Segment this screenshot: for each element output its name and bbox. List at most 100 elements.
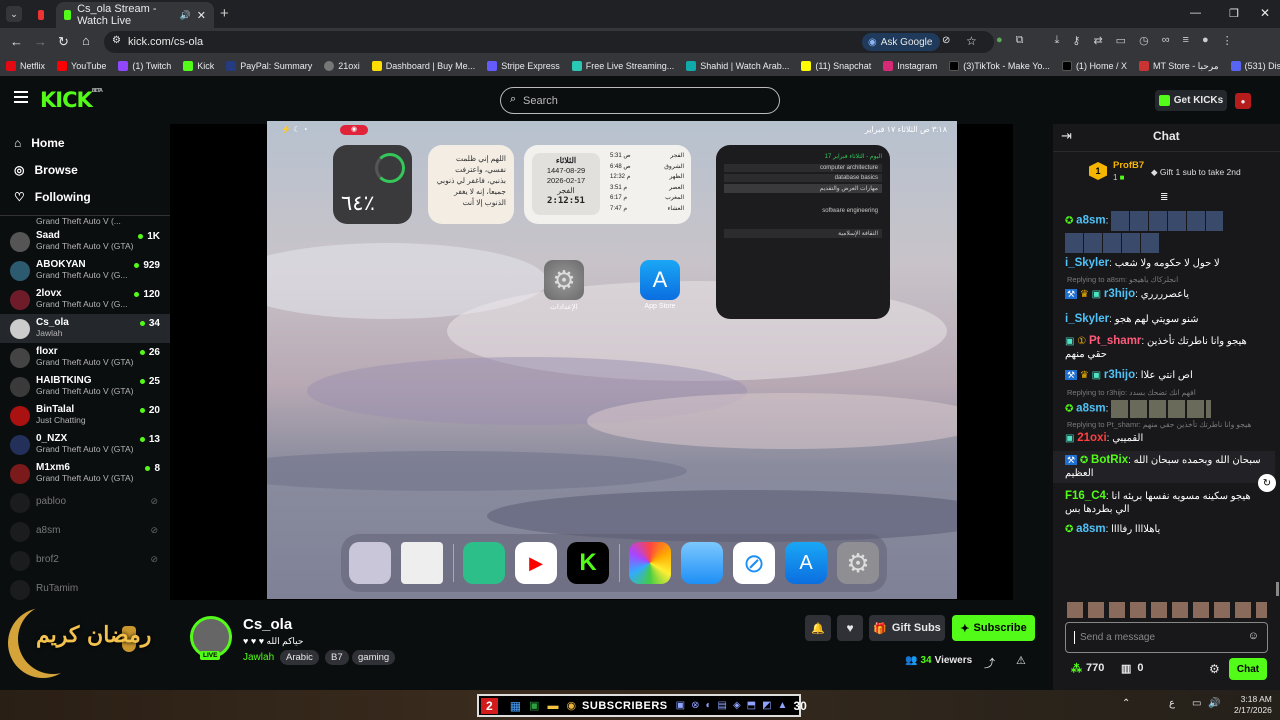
sidebar-channel[interactable]: BinTalal Just Chatting 20: [0, 401, 170, 430]
collapse-chat-icon[interactable]: ⇥: [1061, 128, 1072, 144]
tag-chip[interactable]: B7: [325, 650, 349, 665]
sidebar-channel-offline[interactable]: a8sm ⊘: [0, 517, 170, 546]
close-tab-icon[interactable]: ✕: [197, 9, 206, 22]
appstore-dock-icon[interactable]: A: [785, 542, 827, 584]
translate-icon[interactable]: ⇄: [1093, 34, 1102, 50]
bookmark-star-icon[interactable]: ☆: [966, 34, 977, 48]
new-tab-button[interactable]: +: [220, 5, 229, 22]
profile-avatar-icon[interactable]: ●: [1202, 34, 1209, 50]
sidebar-channel[interactable]: 2lovx Grand Theft Auto V (G... 120: [0, 285, 170, 314]
tag-chip[interactable]: Arabic: [280, 650, 319, 665]
tab-list-button[interactable]: ⌄: [6, 6, 22, 22]
bookmark-item[interactable]: (11) Snapchat: [795, 61, 877, 71]
download-icon[interactable]: ⤓: [1055, 34, 1060, 50]
social-folder-icon[interactable]: [349, 542, 391, 584]
user-avatar[interactable]: ●: [1235, 93, 1251, 109]
photos-app-icon[interactable]: [629, 542, 671, 584]
eye-off-icon[interactable]: ⊘: [942, 35, 950, 46]
nav-following[interactable]: ♡ Following: [0, 183, 170, 210]
search-input[interactable]: ⌕ Search: [500, 87, 780, 114]
bookmark-item[interactable]: (1) Home / X: [1056, 61, 1133, 71]
settings-dock-icon[interactable]: ⚙: [837, 542, 879, 584]
reload-icon[interactable]: ↻: [58, 34, 69, 50]
bookmark-item[interactable]: (1) Twitch: [112, 61, 177, 71]
document-app-icon[interactable]: [401, 542, 443, 584]
nav-browse[interactable]: ◎ Browse: [0, 156, 170, 183]
sidebar-channel[interactable]: HAIBTKING Grand Theft Auto V (GTA) 25: [0, 372, 170, 401]
subscribe-button[interactable]: ✦ Subscribe: [952, 615, 1035, 641]
extension-green-icon[interactable]: ●: [996, 34, 1003, 50]
excel-icon[interactable]: ▣: [529, 699, 539, 712]
site-info-icon[interactable]: ⚙: [112, 35, 121, 46]
channel-points[interactable]: ⁂ 770: [1071, 662, 1104, 675]
volume-icon[interactable]: 🔊: [1208, 698, 1220, 709]
minimize-button[interactable]: —: [1190, 7, 1201, 19]
bookmark-item[interactable]: Stripe Express: [481, 61, 566, 71]
kick-logo[interactable]: KICKBETA: [40, 88, 103, 112]
home-icon[interactable]: ⌂: [82, 33, 90, 48]
nav-home[interactable]: ⌂ Home: [0, 129, 170, 156]
emoji-icon[interactable]: ☺: [1248, 630, 1259, 642]
files-app-icon[interactable]: [681, 542, 723, 584]
bookmark-item[interactable]: (531) Discord | Frien...: [1225, 61, 1280, 71]
sidebar-channel[interactable]: floxr Grand Theft Auto V (GTA) 26: [0, 343, 170, 372]
report-icon[interactable]: ⚠: [1016, 654, 1026, 667]
send-chat-button[interactable]: Chat: [1229, 658, 1267, 680]
kick-app-icon[interactable]: K: [567, 542, 609, 584]
network-icon[interactable]: ▭: [1192, 698, 1201, 709]
chrome-icon[interactable]: ◉: [566, 699, 576, 712]
bookmark-item[interactable]: 21oxi: [318, 61, 366, 71]
chat-input[interactable]: Send a message ☺: [1065, 622, 1268, 653]
bookmark-item[interactable]: Shahid | Watch Arab...: [680, 61, 795, 71]
close-window-button[interactable]: ✕: [1260, 6, 1270, 20]
url-field[interactable]: ⚙ kick.com/cs-ola ◉ Ask Google ⊘ ☆: [104, 31, 994, 53]
sidebar-channel-active[interactable]: Cs_ola Jawlah 34: [0, 314, 170, 343]
bookmark-item[interactable]: (3)TikTok - Make Yo...: [943, 61, 1056, 71]
sidebar-channel[interactable]: 0_NZX Grand Theft Auto V (GTA) 13: [0, 430, 170, 459]
safari-app-icon[interactable]: ⊘: [733, 542, 775, 584]
bookmark-item[interactable]: PayPal: Summary: [220, 61, 318, 71]
get-kicks-button[interactable]: Get KICKs: [1155, 90, 1227, 111]
streamer-name[interactable]: Cs_ola: [243, 616, 292, 633]
bookmark-item[interactable]: Instagram: [877, 61, 943, 71]
sidebar-channel-offline[interactable]: brof2 ⊘: [0, 546, 170, 575]
key-icon[interactable]: ⚷: [1072, 34, 1080, 50]
bookmark-item[interactable]: Kick: [177, 61, 220, 71]
tray-chevron-icon[interactable]: ⌃: [1122, 698, 1130, 709]
forward-icon[interactable]: →: [34, 34, 47, 49]
youtube-app-icon[interactable]: ▶: [515, 542, 557, 584]
card-icon[interactable]: ▭: [1116, 34, 1126, 50]
chat-scrollbar[interactable]: [1276, 582, 1279, 596]
green-app-icon[interactable]: [463, 542, 505, 584]
settings-app-icon[interactable]: ⚙: [544, 260, 584, 300]
sidebar-channel[interactable]: Saad Grand Theft Auto V (GTA) 1K: [0, 227, 170, 256]
notification-bell-button[interactable]: 🔔: [805, 615, 831, 641]
scroll-up-button[interactable]: ↻: [1258, 474, 1276, 492]
start-icon[interactable]: ▦: [510, 699, 521, 713]
pinned-tab[interactable]: [30, 2, 52, 28]
bookmark-item[interactable]: MT Store - مرحبا: [1133, 61, 1225, 72]
chat-settings-icon[interactable]: ⚙: [1209, 662, 1220, 676]
tab-active[interactable]: Cs_ola Stream - Watch Live 🔊 ✕: [56, 2, 214, 28]
clock[interactable]: 3:18 AM 2/17/2026: [1234, 694, 1272, 716]
share-icon[interactable]: ⤴: [984, 655, 995, 671]
category-link[interactable]: Jawlah: [243, 652, 274, 663]
history-icon[interactable]: ◷: [1139, 34, 1149, 50]
ask-google-button[interactable]: ◉ Ask Google: [862, 33, 941, 51]
video-player[interactable]: ⚡ ☾ ◔ ◉ ٣:١٨ ص الثلاثاء ١٧ فبراير ٦٤٪ ال…: [267, 121, 957, 599]
kebab-menu-icon[interactable]: ⋮: [1222, 34, 1233, 50]
bookmark-item[interactable]: YouTube: [51, 61, 112, 71]
menu-lines-icon[interactable]: ≡: [1183, 34, 1189, 50]
drops-counter[interactable]: ▥ 0: [1121, 662, 1144, 675]
puzzle-icon[interactable]: ⧉: [1016, 34, 1024, 50]
back-icon[interactable]: ←: [10, 34, 23, 49]
bookmark-item[interactable]: Free Live Streaming...: [566, 61, 681, 71]
appstore-app-icon[interactable]: A: [640, 260, 680, 300]
restore-button[interactable]: ❐: [1229, 7, 1239, 20]
hamburger-menu-icon[interactable]: [14, 91, 28, 103]
bookmark-item[interactable]: Dashboard | Buy Me...: [366, 61, 481, 71]
gift-subs-button[interactable]: 🎁 Gift Subs: [869, 615, 945, 641]
input-language[interactable]: ع: [1169, 698, 1175, 709]
folder-icon[interactable]: ▬: [547, 700, 558, 712]
bookmark-item[interactable]: Netflix: [0, 61, 51, 71]
